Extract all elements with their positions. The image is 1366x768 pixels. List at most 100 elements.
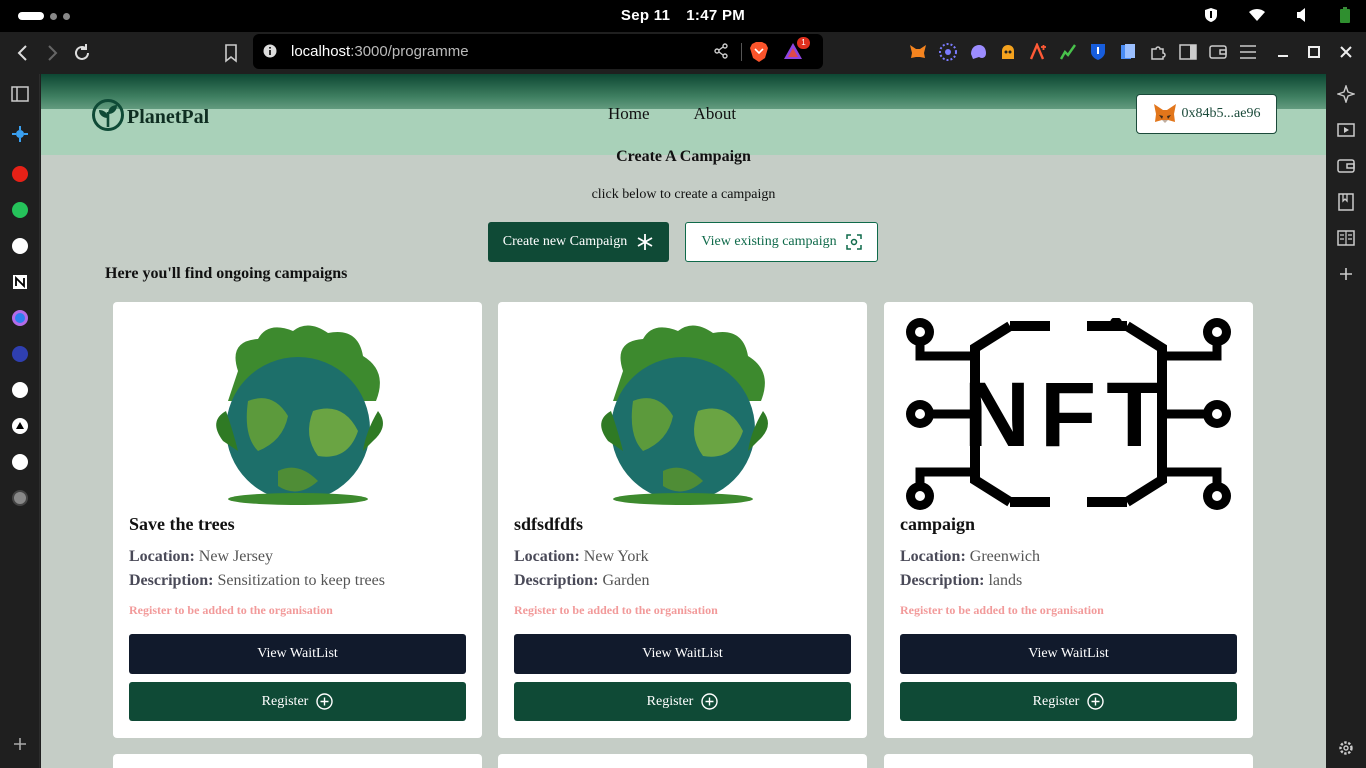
location-value: Greenwich (969, 548, 1040, 565)
metamask-fox-icon[interactable] (908, 42, 928, 62)
media-icon[interactable] (1336, 120, 1356, 140)
campaign-card: Save the trees Location: New Jersey Desc… (113, 302, 482, 738)
campaign-image: NFT (900, 318, 1237, 510)
docs-extension-icon[interactable] (1118, 42, 1138, 62)
create-campaign-title: Create A Campaign (616, 148, 751, 165)
description-label: Description: (129, 572, 214, 589)
register-button[interactable]: Register (514, 682, 851, 721)
register-button[interactable]: Register (900, 682, 1237, 721)
nav-link-home[interactable]: Home (608, 104, 650, 124)
puzzle-extensions-icon[interactable] (1148, 42, 1168, 62)
ghost-extension-icon[interactable] (968, 42, 988, 62)
menu-icon[interactable] (1238, 42, 1258, 62)
close-icon[interactable] (1336, 42, 1356, 62)
site-logo[interactable]: PlanetPal (91, 98, 209, 132)
os-top-bar: Sep 11 1:47 PM (0, 0, 1366, 32)
youtube-icon[interactable] (10, 164, 30, 184)
notion-icon[interactable] (10, 272, 30, 292)
url-path: :3000/programme (350, 43, 469, 60)
view-waitlist-button[interactable]: View WaitList (900, 634, 1237, 674)
earth-globe-icon (215, 325, 383, 505)
back-icon[interactable] (12, 42, 34, 64)
location-label: Location: (129, 548, 195, 565)
community-icon[interactable] (10, 236, 30, 256)
earth-globe-icon (600, 325, 768, 505)
ongoing-campaigns-heading: Here you'll find ongoing campaigns (105, 265, 348, 282)
description-value: Garden (602, 572, 650, 589)
url-host: localhost (291, 43, 351, 60)
translate-extension-icon[interactable] (1028, 42, 1048, 62)
bookmark-icon[interactable] (220, 42, 242, 64)
burst-extension-icon[interactable] (938, 42, 958, 62)
plus-circle-icon (316, 693, 334, 710)
description-label: Description: (514, 572, 599, 589)
browser-sidebar-right (1326, 74, 1366, 768)
location-label: Location: (900, 548, 966, 565)
analytics-icon[interactable] (10, 452, 30, 472)
settings-gear-icon[interactable] (1336, 738, 1356, 758)
address-bar[interactable]: localhost:3000/programme 1 (253, 34, 823, 69)
panel-toggle-icon[interactable] (10, 84, 30, 104)
view-waitlist-button[interactable]: View WaitList (514, 634, 851, 674)
chart-extension-icon[interactable] (1058, 42, 1078, 62)
os-time: 1:47 PM (686, 7, 746, 24)
minimize-icon[interactable] (1273, 42, 1293, 62)
ring-app-icon[interactable] (10, 308, 30, 328)
blue-app-icon[interactable] (10, 344, 30, 364)
add-item-icon[interactable] (1336, 264, 1356, 284)
campaign-card-partial (884, 754, 1253, 768)
ai-sparkle-icon[interactable] (1336, 84, 1356, 104)
wifi-icon[interactable] (1248, 8, 1266, 22)
os-date: Sep 11 (620, 7, 671, 24)
description-value: lands (988, 572, 1023, 589)
view-waitlist-button[interactable]: View WaitList (129, 634, 466, 674)
brave-shields-icon[interactable] (749, 41, 769, 63)
reading-list-icon[interactable] (1336, 228, 1356, 248)
maximize-icon[interactable] (1304, 42, 1324, 62)
leo-ai-icon[interactable] (10, 124, 30, 144)
plus-circle-icon (701, 693, 719, 710)
main-nav: Home About (608, 104, 736, 124)
hat-extension-icon[interactable] (998, 42, 1018, 62)
sidebar-toggle-icon[interactable] (1178, 42, 1198, 62)
site-info-icon[interactable] (263, 44, 277, 58)
campaign-location: Location: New York (514, 548, 649, 566)
wallet-icon[interactable] (1208, 42, 1228, 62)
view-campaign-button[interactable]: View existing campaign (685, 222, 878, 262)
create-campaign-button[interactable]: Create new Campaign (488, 222, 669, 262)
vercel-icon[interactable] (10, 416, 30, 436)
wallet-panel-icon[interactable] (1336, 156, 1356, 176)
reload-icon[interactable] (71, 42, 93, 64)
share-icon[interactable] (713, 43, 729, 59)
bookmarks-panel-icon[interactable] (1336, 192, 1356, 212)
add-panel-icon[interactable] (10, 734, 30, 754)
description-value: Sensitization to keep trees (217, 572, 385, 589)
sound-icon[interactable] (1296, 7, 1310, 23)
globe-tab-icon[interactable] (10, 488, 30, 508)
register-button[interactable]: Register (129, 682, 466, 721)
battery-icon[interactable] (1340, 7, 1350, 23)
location-value: New York (583, 548, 649, 565)
github-icon[interactable] (10, 380, 30, 400)
register-note: Register to be added to the organisation (129, 603, 333, 617)
system-tray[interactable] (1204, 7, 1350, 23)
os-clock[interactable]: Sep 11 1:47 PM (0, 7, 1366, 24)
register-label: Register (646, 693, 694, 709)
campaign-card-partial (498, 754, 867, 768)
campaign-description: Description: Sensitization to keep trees (129, 572, 385, 590)
chat-app-icon[interactable] (10, 200, 30, 220)
extensions-bar (908, 42, 1258, 62)
campaign-location: Location: New Jersey (129, 548, 273, 566)
register-note: Register to be added to the organisation (900, 603, 1104, 617)
url-text[interactable]: localhost:3000/programme (291, 43, 469, 60)
vpn-shield-icon[interactable] (1204, 7, 1218, 23)
web-page: PlanetPal Home About 0x84b5...ae96 Creat… (41, 74, 1326, 768)
create-campaign-subtitle: click below to create a campaign (591, 187, 776, 202)
bitwarden-icon[interactable] (1088, 42, 1108, 62)
location-value: New Jersey (198, 548, 273, 565)
forward-icon[interactable] (41, 42, 63, 64)
nav-link-about[interactable]: About (694, 104, 737, 124)
wallet-connect-button[interactable]: 0x84b5...ae96 (1136, 94, 1277, 134)
register-label: Register (261, 693, 309, 709)
campaign-name: campaign (900, 514, 976, 534)
